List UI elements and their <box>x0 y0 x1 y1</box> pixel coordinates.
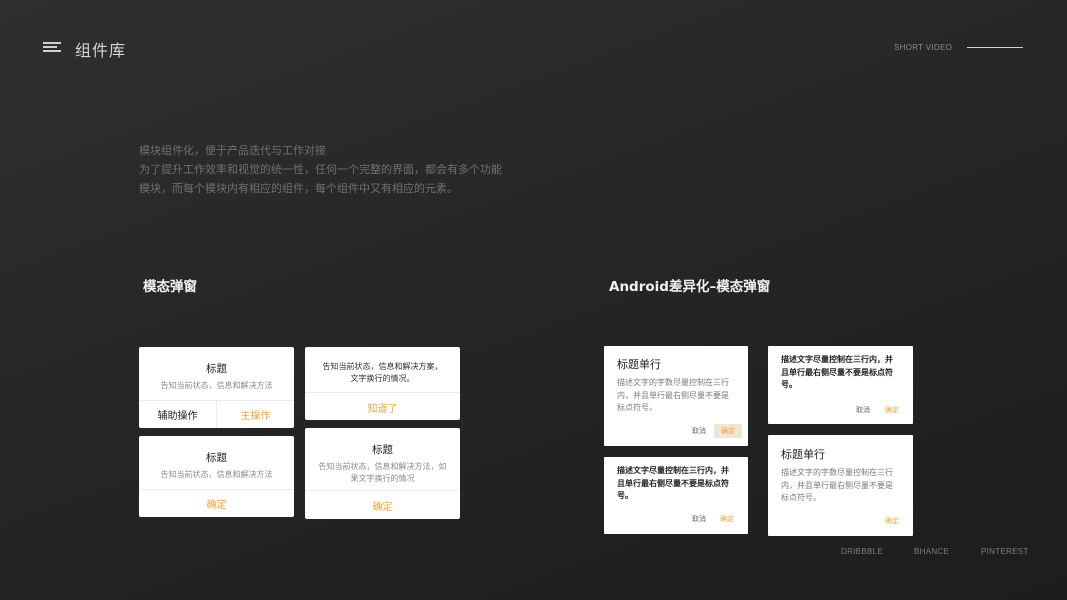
dialog-description: 告知当前状态，信息和解决方法 <box>160 381 273 390</box>
short-video-label[interactable]: SHORT VIDEO <box>894 43 952 52</box>
intro-line: 模块，而每个模块内有相应的组件，每个组件中又有相应的元素。 <box>139 182 458 195</box>
dialog-description-line: 描述文字的字数尽量控制在三行 <box>617 378 729 387</box>
confirm-button[interactable]: 确定 <box>139 496 294 511</box>
dialog-description-line: 内，并且单行最右侧尽量不要是 <box>617 390 729 400</box>
dialog-description: 描述文字尽量控制在三行内，并 且单行最右侧尽量不要是标点符 号。 <box>617 465 736 503</box>
dialog-description-line: 文字换行的情况。 <box>350 373 415 383</box>
page-title: 组件库 <box>75 41 127 60</box>
android-dialog-no-title: 描述文字尽量控制在三行内，并 且单行最右侧尽量不要是标点符 号。 取消 确定 <box>604 457 748 534</box>
got-it-button[interactable]: 知道了 <box>305 400 460 415</box>
footer-link-dribbble[interactable]: DRIBBBLE <box>841 547 883 556</box>
dialog-divider <box>139 489 294 490</box>
dialog-description-line: 果文字换行的情况 <box>350 473 415 483</box>
modal-dialog-two-buttons: 标题 告知当前状态，信息和解决方法 辅助操作 主操作 <box>139 347 294 428</box>
android-dialog-no-title: 描述文字尽量控制在三行内，并 且单行最右侧尽量不要是标点符 号。 取消 确定 <box>768 346 913 424</box>
dialog-description-line: 且单行最右侧尽量不要是标点符 <box>617 478 729 488</box>
section-title-android-modal: Android差异化–模态弹窗 <box>609 279 771 295</box>
dialog-title: 标题 <box>372 444 393 456</box>
dialog-description: 描述文字的字数尽量控制在三行 内，并且单行最右侧尽量不要是 标点符号。 <box>781 467 901 505</box>
android-dialog-with-title: 标题单行 描述文字的字数尽量控制在三行 内，并且单行最右侧尽量不要是 标点符号。… <box>604 346 748 446</box>
dialog-title: 标题单行 <box>781 448 825 461</box>
dialog-description-line: 描述文字尽量控制在三行内，并 <box>781 355 893 364</box>
section-title-modal: 模态弹窗 <box>143 279 197 295</box>
intro-line: 为了提升工作效率和视觉的统一性，任何一个完整的界面，都会有多个功能 <box>139 163 502 176</box>
dialog-divider <box>305 392 460 393</box>
header-divider-line <box>967 47 1023 48</box>
dialog-description-line: 内，并且单行最右侧尽量不要是 <box>781 480 893 490</box>
dialog-title: 标题 <box>206 363 227 375</box>
footer-link-pinterest[interactable]: PINTEREST <box>981 547 1029 556</box>
dialog-title: 标题单行 <box>617 358 661 371</box>
dialog-description-line: 描述文字的字数尽量控制在三行 <box>781 468 893 477</box>
confirm-button[interactable]: 确定 <box>305 498 460 513</box>
confirm-button[interactable]: 确定 <box>714 424 742 438</box>
secondary-action-button[interactable]: 辅助操作 <box>139 407 216 422</box>
dialog-description: 告知当前状态，信息和解决方法，如 果文字换行的情况 <box>313 461 452 484</box>
confirm-button[interactable]: 确定 <box>715 512 739 526</box>
dialog-title: 标题 <box>206 452 227 464</box>
footer-link-bhance[interactable]: BHANCE <box>914 547 949 556</box>
modal-dialog-single-button: 标题 告知当前状态，信息和解决方法 确定 <box>139 436 294 517</box>
modal-dialog-wrapped-text: 标题 告知当前状态，信息和解决方法，如 果文字换行的情况 确定 <box>305 428 460 519</box>
dialog-description: 告知当前状态，信息和解决方法 <box>160 470 273 479</box>
menu-icon-line <box>43 50 61 52</box>
modal-dialog-no-title: 告知当前状态，信息和解决方案， 文字换行的情况。 知道了 <box>305 347 460 420</box>
android-dialog-with-title: 标题单行 描述文字的字数尽量控制在三行 内，并且单行最右侧尽量不要是 标点符号。… <box>768 435 913 536</box>
cancel-button[interactable]: 取消 <box>688 424 710 438</box>
menu-icon-line <box>43 46 57 48</box>
dialog-description-line: 标点符号。 <box>781 493 821 502</box>
cancel-button[interactable]: 取消 <box>688 512 710 526</box>
dialog-description-line: 告知当前状态，信息和解决方法，如 <box>318 462 447 471</box>
dialog-description: 告知当前状态，信息和解决方案， 文字换行的情况。 <box>313 361 452 384</box>
confirm-button[interactable]: 确定 <box>880 514 904 528</box>
dialog-description-line: 标点符号。 <box>617 403 657 412</box>
intro-line: 模块组件化，便于产品迭代与工作对接 <box>139 144 326 157</box>
dialog-description-line: 且单行最右侧尽量不要是标点符 <box>781 367 893 377</box>
intro-text: 模块组件化，便于产品迭代与工作对接 为了提升工作效率和视觉的统一性，任何一个完整… <box>139 141 502 198</box>
dialog-description-line: 描述文字尽量控制在三行内，并 <box>617 466 729 475</box>
dialog-description-line: 告知当前状态，信息和解决方案， <box>322 362 443 371</box>
dialog-description-line: 号。 <box>617 491 633 500</box>
menu-icon[interactable] <box>43 42 61 53</box>
dialog-divider <box>305 490 460 491</box>
dialog-description: 描述文字的字数尽量控制在三行 内，并且单行最右侧尽量不要是 标点符号。 <box>617 377 736 415</box>
cancel-button[interactable]: 取消 <box>852 403 874 417</box>
dialog-description: 描述文字尽量控制在三行内，并 且单行最右侧尽量不要是标点符 号。 <box>781 354 901 392</box>
menu-icon-line <box>43 42 61 44</box>
confirm-button[interactable]: 确定 <box>880 403 904 417</box>
dialog-description-line: 号。 <box>781 380 797 389</box>
primary-action-button[interactable]: 主操作 <box>217 407 294 422</box>
